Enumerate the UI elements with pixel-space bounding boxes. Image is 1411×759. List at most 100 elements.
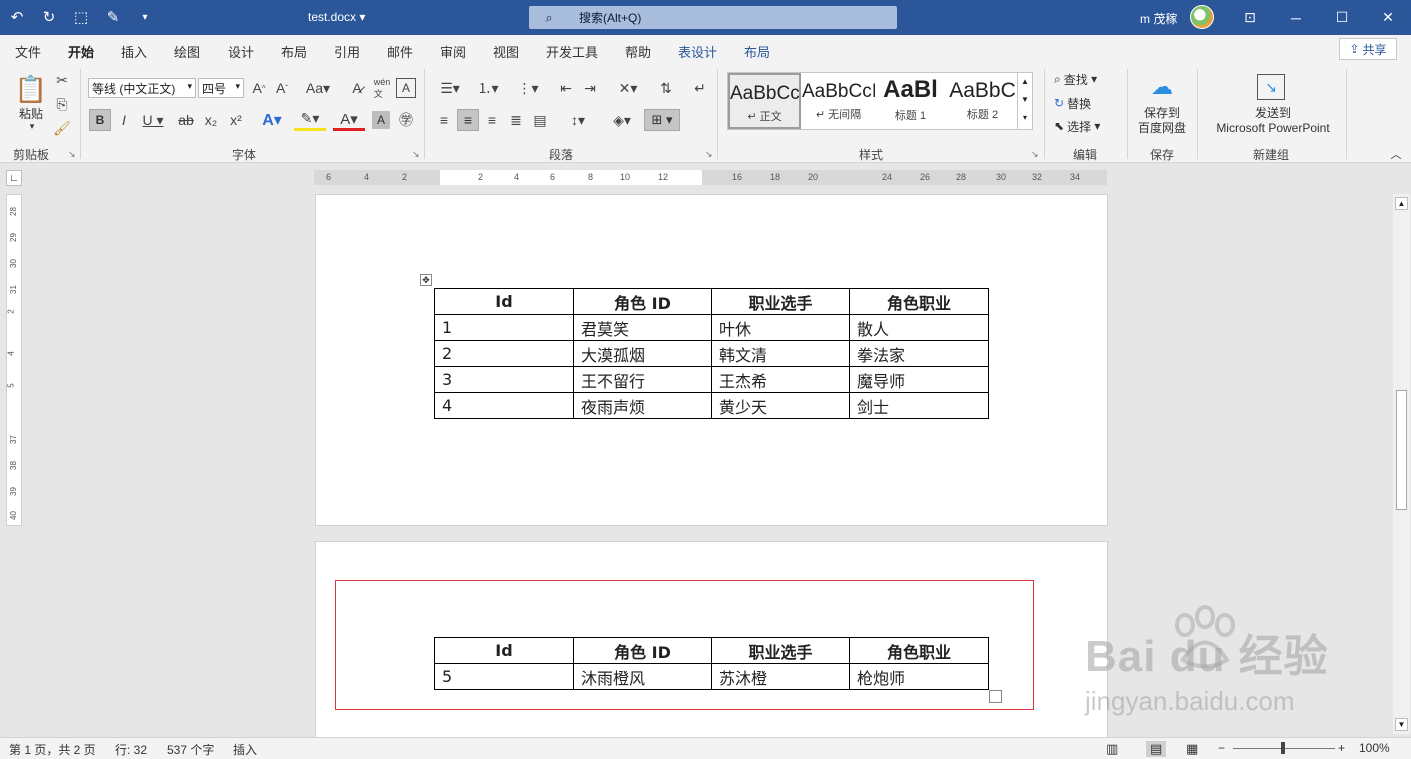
table-cell[interactable]: 剑士 — [849, 392, 989, 419]
table-2[interactable]: Id 角色 ID 职业选手 角色职业 5 沐雨橙风 苏沐橙 枪炮师 — [434, 637, 989, 690]
touch-mode-icon[interactable]: ⬚ — [70, 6, 92, 28]
superscript-icon[interactable]: x² — [226, 109, 246, 131]
chinese-layout-icon[interactable]: ✕▾ — [612, 78, 644, 98]
table-header-cell[interactable]: Id — [434, 288, 574, 315]
scrollbar-thumb[interactable] — [1396, 390, 1407, 510]
user-name[interactable]: m 茂稼 — [1140, 10, 1177, 27]
tab-references[interactable]: 引用 — [334, 42, 360, 61]
paste-icon[interactable]: 📋 — [14, 71, 48, 107]
baidu-cloud-icon[interactable]: ☁ — [1147, 72, 1177, 102]
avatar[interactable] — [1190, 5, 1214, 29]
print-layout-icon[interactable]: ▤ — [1146, 741, 1167, 757]
tab-review[interactable]: 审阅 — [440, 42, 466, 61]
tab-table-design[interactable]: 表设计 — [678, 42, 717, 61]
replace-button[interactable]: ↻ 替换 — [1054, 94, 1091, 112]
tab-developer[interactable]: 开发工具 — [546, 42, 598, 61]
insert-mode[interactable]: 插入 — [233, 741, 257, 758]
select-button[interactable]: ⬉ 选择 ▾ — [1054, 117, 1100, 135]
tab-help[interactable]: 帮助 — [625, 42, 651, 61]
web-layout-icon[interactable]: ▦ — [1186, 741, 1198, 757]
increase-indent-icon[interactable]: ⇥ — [580, 78, 600, 98]
scroll-up-icon[interactable]: ▲ — [1395, 197, 1408, 210]
table-header-cell[interactable]: 职业选手 — [711, 637, 850, 664]
highlight-icon[interactable]: ✎▾ — [294, 109, 326, 131]
table-header-cell[interactable]: 角色 ID — [573, 637, 712, 664]
decrease-indent-icon[interactable]: ⇤ — [556, 78, 576, 98]
align-right-icon[interactable]: ≡ — [482, 109, 502, 131]
borders-icon[interactable]: ⊞ ▾ — [644, 109, 680, 131]
scroll-down-icon[interactable]: ▼ — [1395, 718, 1408, 731]
table-move-handle-icon[interactable]: ✥ — [420, 274, 432, 286]
subscript-icon[interactable]: x₂ — [201, 109, 221, 131]
find-button[interactable]: ⌕ 查找 ▾ — [1054, 70, 1097, 88]
line-number[interactable]: 行: 32 — [115, 741, 147, 758]
distributed-icon[interactable]: ▤ — [530, 109, 550, 131]
align-center-icon[interactable]: ≡ — [457, 109, 479, 131]
send-to-powerpoint-button[interactable]: 发送到 Microsoft PowerPoint — [1207, 105, 1339, 137]
bullets-icon[interactable]: ☰▾ — [434, 78, 466, 98]
minimize-icon[interactable]: ─ — [1273, 0, 1319, 35]
table-cell[interactable]: 君莫笑 — [573, 314, 712, 341]
tab-draw[interactable]: 绘图 — [174, 42, 200, 61]
paragraph-launcher-icon[interactable]: ↘ — [705, 149, 713, 160]
vertical-scrollbar[interactable]: ▲ ▼ — [1393, 194, 1410, 734]
redo-icon[interactable]: ↻ — [38, 6, 60, 28]
italic-icon[interactable]: I — [114, 109, 134, 131]
tab-layout[interactable]: 布局 — [281, 42, 307, 61]
share-button[interactable]: ⇪ 共享 — [1339, 38, 1397, 60]
format-painter-icon[interactable]: 🖌 — [53, 119, 71, 137]
numbering-icon[interactable]: ⒈▾ — [472, 78, 504, 98]
shading-icon[interactable]: ◈▾ — [606, 109, 638, 131]
table-cell[interactable]: 叶休 — [711, 314, 850, 341]
vertical-ruler[interactable]: 28 29 30 31 2 4 5 37 38 39 40 — [6, 194, 22, 526]
table-header-cell[interactable]: Id — [434, 637, 574, 664]
line-spacing-icon[interactable]: ↕▾ — [562, 109, 594, 131]
table-cell[interactable]: 4 — [434, 392, 574, 419]
font-size-select[interactable]: 四号 ▾ — [198, 78, 244, 98]
tab-view[interactable]: 视图 — [493, 42, 519, 61]
table-cell[interactable]: 3 — [434, 366, 574, 393]
underline-icon[interactable]: U ▾ — [138, 109, 168, 131]
customize-toolbar-icon[interactable]: ▾ — [134, 6, 156, 28]
copy-icon[interactable]: ⎘ — [53, 95, 71, 113]
font-name-select[interactable]: 等线 (中文正文) ▾ — [88, 78, 196, 98]
show-marks-icon[interactable]: ↵ — [690, 78, 710, 98]
tab-selector-icon[interactable]: ∟ — [6, 170, 22, 186]
tab-file[interactable]: 文件 — [15, 42, 41, 61]
justify-icon[interactable]: ≣ — [506, 109, 526, 131]
horizontal-ruler[interactable]: 6 4 2 2 4 6 8 10 12 16 18 20 24 26 28 30… — [314, 170, 1107, 185]
character-shading-icon[interactable]: A — [372, 111, 390, 129]
table-cell[interactable]: 2 — [434, 340, 574, 367]
change-case-icon[interactable]: Aa▾ — [302, 78, 334, 98]
page-count[interactable]: 第 1 页，共 2 页 — [9, 741, 96, 758]
table-cell[interactable]: 大漠孤烟 — [573, 340, 712, 367]
grow-font-icon[interactable]: A ^ — [249, 78, 269, 98]
style-heading-2[interactable]: AaBbC 标题 2 — [946, 73, 1019, 129]
shrink-font-icon[interactable]: Aˇ — [272, 78, 292, 98]
word-count[interactable]: 537 个字 — [167, 741, 214, 758]
phonetic-guide-icon[interactable]: wén 文 — [372, 77, 392, 99]
maximize-icon[interactable]: ☐ — [1319, 0, 1365, 35]
tab-design[interactable]: 设计 — [228, 42, 254, 61]
table-cell[interactable]: 魔导师 — [849, 366, 989, 393]
enclose-characters-icon[interactable]: ㊫ — [396, 109, 416, 131]
cut-icon[interactable]: ✂ — [53, 71, 71, 89]
zoom-in-icon[interactable]: + — [1338, 741, 1345, 755]
collapse-ribbon-icon[interactable]: ︿ — [1388, 147, 1404, 161]
table-cell[interactable]: 王不留行 — [573, 366, 712, 393]
table-cell[interactable]: 枪炮师 — [849, 663, 989, 690]
search-box[interactable]: ⌕ 搜索(Alt+Q) — [529, 6, 897, 29]
tab-insert[interactable]: 插入 — [121, 42, 147, 61]
table-cell[interactable]: 王杰希 — [711, 366, 850, 393]
table-header-cell[interactable]: 角色 ID — [573, 288, 712, 315]
style-heading-1[interactable]: AaBl 标题 1 — [874, 73, 947, 129]
zoom-level[interactable]: 100% — [1359, 741, 1390, 755]
table-resize-handle[interactable] — [989, 690, 1002, 703]
read-mode-icon[interactable]: ▥ — [1106, 741, 1118, 757]
styles-launcher-icon[interactable]: ↘ — [1031, 149, 1039, 160]
table-cell[interactable]: 黄少天 — [711, 392, 850, 419]
table-cell[interactable]: 散人 — [849, 314, 989, 341]
table-cell[interactable]: 1 — [434, 314, 574, 341]
clipboard-launcher-icon[interactable]: ↘ — [68, 149, 76, 160]
sort-icon[interactable]: ⇅ — [656, 78, 676, 98]
